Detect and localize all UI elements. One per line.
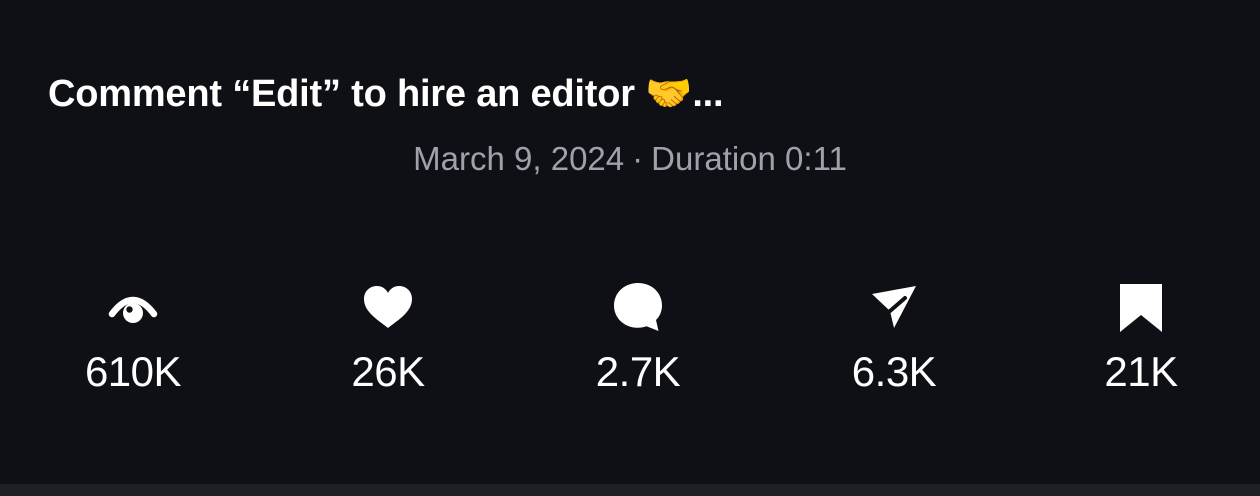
- bookmark-icon: [1113, 280, 1169, 336]
- post-meta: March 9, 2024 · Duration 0:11: [0, 140, 1260, 178]
- comments-count: 2.7K: [595, 348, 681, 395]
- stats-row: 610K 26K 2.7K 6.3K 21K: [0, 280, 1260, 410]
- post-date: March 9, 2024: [413, 140, 625, 177]
- views-count: 610K: [84, 348, 182, 395]
- eye-icon: [105, 280, 161, 336]
- post-duration: Duration 0:11: [651, 140, 847, 177]
- comment-icon: [610, 280, 666, 336]
- stat-likes[interactable]: 26K: [288, 280, 488, 410]
- likes-count: 26K: [351, 348, 425, 395]
- stat-shares[interactable]: 6.3K: [794, 280, 994, 410]
- bottom-divider-bar: [0, 484, 1260, 496]
- saves-count: 21K: [1104, 348, 1178, 395]
- post-stats-card: Comment “Edit” to hire an editor 🤝... Ma…: [0, 0, 1260, 484]
- stat-views[interactable]: 610K: [33, 280, 233, 410]
- post-caption[interactable]: Comment “Edit” to hire an editor 🤝...: [48, 72, 724, 116]
- heart-icon: [360, 280, 416, 336]
- stat-comments[interactable]: 2.7K: [538, 280, 738, 410]
- share-icon: [866, 280, 922, 336]
- stat-saves[interactable]: 21K: [1041, 280, 1241, 410]
- shares-count: 6.3K: [851, 348, 937, 395]
- meta-separator: ·: [632, 140, 644, 177]
